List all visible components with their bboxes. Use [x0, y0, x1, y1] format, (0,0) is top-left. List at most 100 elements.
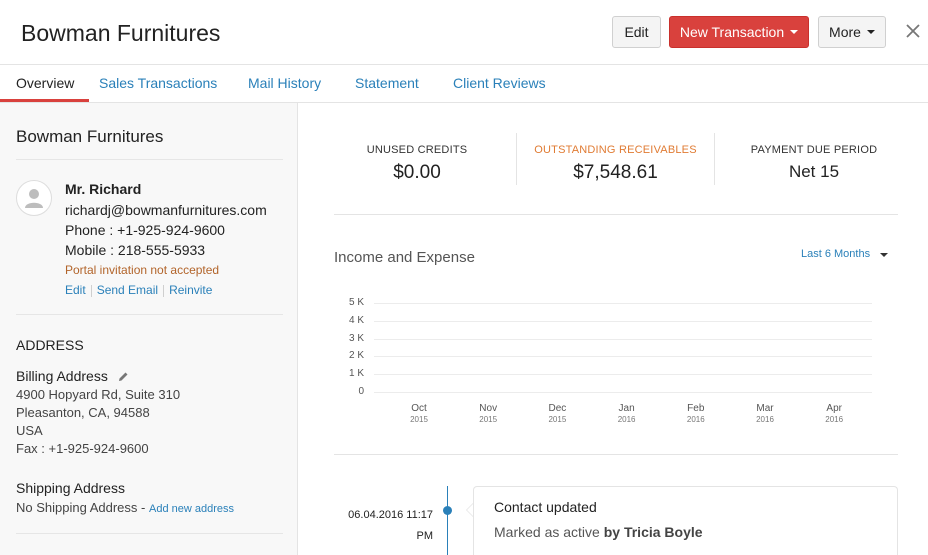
contact-name: Mr. Richard [65, 181, 142, 197]
x-tick-year: 2016 [686, 415, 705, 424]
tab-statement[interactable]: Statement [355, 75, 419, 91]
timeline-time-suffix: PM [416, 530, 434, 542]
timeline-line [447, 486, 448, 555]
contact-actions: Edit Send Email Reinvite [65, 283, 212, 297]
gridline [374, 303, 872, 304]
y-tick-label: 0 [358, 386, 364, 397]
stat-label: UNUSED CREDITS [366, 144, 468, 156]
x-tick-year: 2016 [756, 415, 774, 424]
y-tick-label: 1 K [348, 368, 364, 380]
stat-outstanding-receivables: OUTSTANDING RECEIVABLES $7,548.61 [524, 144, 707, 184]
stat-payment-due-period: PAYMENT DUE PERIOD Net 15 [726, 144, 902, 182]
active-tab-indicator [0, 99, 89, 102]
tab-mail-history[interactable]: Mail History [248, 75, 321, 91]
gridline [374, 338, 872, 340]
x-tick-month: Dec [548, 403, 567, 414]
edit-contact-link[interactable]: Edit [65, 283, 86, 297]
divider [334, 454, 898, 455]
x-tick-year: 2016 [617, 415, 636, 424]
stat-unused-credits: UNUSED CREDITS $0.00 [342, 144, 492, 184]
billing-fax: Fax : +1-925-924-9600 [16, 441, 149, 456]
stat-value: Net 15 [788, 162, 840, 181]
timeline-desc-prefix: Marked as active [494, 524, 600, 540]
portal-status: Portal invitation not accepted [65, 263, 220, 277]
shipping-address-line: No Shipping Address - Add new address [16, 500, 234, 515]
x-tick-label: Oct 2015 [399, 403, 439, 425]
reinvite-link[interactable]: Reinvite [169, 283, 212, 297]
divider [90, 285, 92, 297]
x-tick-month: Mar [756, 403, 774, 414]
income-expense-title: Income and Expense [334, 249, 475, 266]
page-header: Bowman Furnitures Edit New Transaction M… [0, 0, 928, 65]
stat-value: $0.00 [393, 162, 441, 183]
divider [516, 133, 517, 185]
y-tick-label: 2 K [348, 350, 364, 362]
gridline [374, 320, 872, 322]
contact-mobile: Mobile : 218-555-5933 [65, 242, 206, 258]
x-tick-year: 2015 [548, 415, 567, 424]
tab-client-reviews[interactable]: Client Reviews [453, 75, 546, 91]
pencil-icon[interactable] [118, 371, 129, 382]
more-button[interactable]: More [818, 16, 886, 48]
x-tick-label: Feb 2016 [676, 403, 716, 425]
y-tick-label: 5 K [348, 297, 364, 308]
x-tick-month: Apr [826, 403, 842, 414]
divider [334, 214, 898, 215]
chevron-down-icon [866, 30, 875, 34]
billing-line: Pleasanton, CA, 94588 [16, 405, 150, 420]
user-icon [25, 189, 43, 208]
x-tick-year: 2015 [410, 415, 428, 424]
divider [163, 285, 165, 297]
x-tick-month: Jan [618, 403, 635, 414]
divider [714, 133, 715, 185]
x-tick-year: 2016 [825, 415, 844, 424]
gridline [374, 392, 872, 393]
x-tick-label: Dec 2015 [537, 403, 577, 425]
chevron-down-icon[interactable] [880, 253, 888, 257]
card-arrow-inner [467, 504, 473, 516]
no-shipping-text: No Shipping Address - [16, 500, 146, 515]
tab-overview[interactable]: Overview [16, 75, 74, 91]
y-tick-label: 3 K [348, 332, 364, 344]
x-tick-month: Feb [687, 403, 705, 414]
x-tick-label: Jan 2016 [607, 403, 647, 425]
period-dropdown[interactable]: Last 6 Months [801, 248, 870, 260]
divider [16, 314, 283, 315]
gridline [374, 356, 872, 358]
x-tick-label: Mar 2016 [745, 403, 785, 425]
chevron-down-icon [790, 30, 799, 34]
more-label: More [829, 24, 861, 40]
stat-value: $7,548.61 [573, 162, 658, 183]
address-heading: ADDRESS [16, 337, 84, 353]
timeline-date: 06.04.2016 11:17 PM [345, 505, 433, 547]
edit-button-label: Edit [624, 24, 649, 40]
new-transaction-button[interactable]: New Transaction [669, 16, 809, 48]
y-tick-label: 4 K [348, 314, 364, 326]
customer-sidebar: Bowman Furnitures Mr. Richard richardj@b… [0, 103, 298, 555]
close-icon[interactable] [904, 22, 922, 40]
gridline [374, 374, 872, 376]
add-new-address-link[interactable]: Add new address [149, 503, 234, 515]
send-email-link[interactable]: Send Email [97, 283, 158, 297]
billing-line: USA [16, 423, 43, 438]
x-tick-month: Nov [479, 403, 498, 414]
timeline-dot [443, 506, 452, 515]
timeline-date-text: 06.04.2016 11:17 [348, 509, 433, 521]
billing-line: 4900 Hopyard Rd, Suite 310 [16, 387, 181, 402]
stat-label: PAYMENT DUE PERIOD [750, 144, 878, 156]
x-tick-year: 2015 [479, 415, 498, 424]
tab-sales-transactions[interactable]: Sales Transactions [99, 75, 217, 91]
stat-label: OUTSTANDING RECEIVABLES [534, 144, 697, 156]
divider [16, 159, 283, 160]
timeline-card-title: Contact updated [494, 499, 597, 515]
edit-button[interactable]: Edit [612, 16, 661, 48]
timeline-desc-author: by Tricia Boyle [603, 524, 703, 540]
timeline-card: Contact updated Marked as active by Tric… [473, 486, 898, 555]
divider [16, 533, 283, 534]
page-title: Bowman Furnitures [21, 20, 221, 46]
company-name: Bowman Furnitures [16, 127, 164, 146]
x-tick-label: Apr 2016 [814, 403, 854, 425]
tab-bar: Overview Sales Transactions Mail History… [0, 65, 928, 103]
timeline-card-desc: Marked as active by Tricia Boyle [494, 524, 703, 540]
x-tick-month: Oct [411, 403, 427, 414]
